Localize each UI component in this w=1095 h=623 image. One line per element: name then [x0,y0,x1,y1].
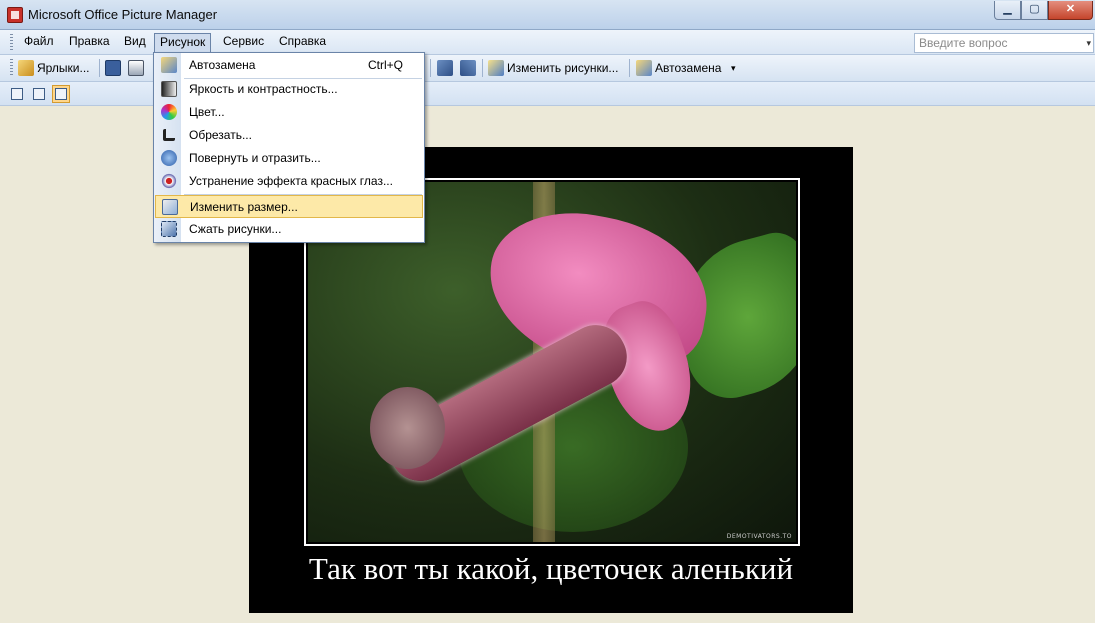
autocorrect-label: Автозамена [655,61,722,75]
menu-edit[interactable]: Правка [64,33,115,52]
red-eye-icon [161,173,177,189]
shortcuts-button[interactable]: Ярлыки... [18,58,90,78]
save-button[interactable] [105,58,121,78]
crop-icon [163,129,175,141]
close-button[interactable]: ✕ [1048,1,1093,20]
autocorrect-button[interactable]: Автозамена [636,58,721,78]
menu-item-red-eye[interactable]: Устранение эффекта красных глаз... [155,170,423,193]
menu-item-label: Изменить размер... [190,200,298,214]
ask-question-placeholder: Введите вопрос [919,36,1008,50]
shortcuts-icon [18,60,34,76]
minimize-button[interactable]: ▁ [994,1,1021,20]
menu-item-rotate-flip[interactable]: Повернуть и отразить... [155,147,423,170]
flower-tip-shape [370,387,445,469]
menu-item-label: Повернуть и отразить... [189,151,321,165]
brightness-icon [161,81,177,97]
toolbar-separator [99,59,100,77]
menu-help[interactable]: Справка [274,33,331,52]
save-icon [105,60,121,76]
menu-item-color[interactable]: Цвет... [155,101,423,124]
menu-item-label: Устранение эффекта красных глаз... [189,174,393,188]
watermark: DEMOTIVATORS.TO [726,533,792,540]
toolbar-grip[interactable] [10,59,13,75]
menu-item-resize[interactable]: Изменить размер... [155,195,423,218]
menu-picture[interactable]: Рисунок [154,33,212,52]
filmstrip-view-icon [33,88,45,100]
menu-view[interactable]: Вид [119,33,151,52]
menu-item-label: Цвет... [189,105,225,119]
picture-menu-dropdown: Автозамена Ctrl+Q Яркость и контрастност… [153,52,425,243]
menu-item-autocorrect[interactable]: Автозамена Ctrl+Q [155,54,423,77]
picture-caption: Так вот ты какой, цветочек аленький [308,551,794,586]
print-icon [128,60,144,76]
rotate-left-icon [437,60,453,76]
autocorrect-icon [161,57,177,73]
menu-item-crop[interactable]: Обрезать... [155,124,423,147]
toolbar-separator [430,59,431,77]
menu-item-compress[interactable]: Сжать рисунки... [155,218,423,241]
print-button[interactable] [128,58,144,78]
rotate-icon [161,150,177,166]
menu-item-label: Автозамена [189,58,256,72]
menu-item-shortcut: Ctrl+Q [367,58,403,72]
picture-manager-app-icon[interactable] [7,7,23,23]
compress-icon [161,221,177,237]
menu-item-label: Сжать рисунки... [189,222,282,236]
resize-icon [162,199,178,215]
menu-item-brightness-contrast[interactable]: Яркость и контрастность... [155,78,423,101]
menu-item-label: Яркость и контрастность... [189,82,338,96]
maximize-button[interactable]: ▢ [1021,1,1048,20]
rotate-right-icon [460,60,476,76]
thumbnail-view-button[interactable] [8,85,26,103]
menubar-grip[interactable] [10,34,13,50]
thumbnail-view-icon [11,88,23,100]
filmstrip-view-button[interactable] [30,85,48,103]
window-title: Microsoft Office Picture Manager [28,7,218,22]
chevron-down-icon[interactable]: ▾ [1086,34,1091,52]
menu-file[interactable]: Файл [19,33,59,52]
toolbar-overflow-button[interactable]: ▾ [731,58,736,78]
rotate-left-button[interactable] [437,58,453,78]
single-picture-view-button[interactable] [52,85,70,103]
edit-pictures-label: Изменить рисунки... [507,61,619,75]
ask-question-input[interactable]: Введите вопрос ▾ [914,33,1094,53]
rotate-right-button[interactable] [460,58,476,78]
menu-tools[interactable]: Сервис [218,33,269,52]
single-picture-view-icon [55,88,67,100]
autocorrect-icon [636,60,652,76]
menu-item-label: Обрезать... [189,128,252,142]
color-icon [161,104,177,120]
title-bar: Microsoft Office Picture Manager ▁ ▢ ✕ [0,0,1095,30]
edit-pictures-icon [488,60,504,76]
toolbar-separator [482,59,483,77]
shortcuts-label: Ярлыки... [37,61,90,75]
edit-pictures-button[interactable]: Изменить рисунки... [488,58,618,78]
toolbar-separator [629,59,630,77]
